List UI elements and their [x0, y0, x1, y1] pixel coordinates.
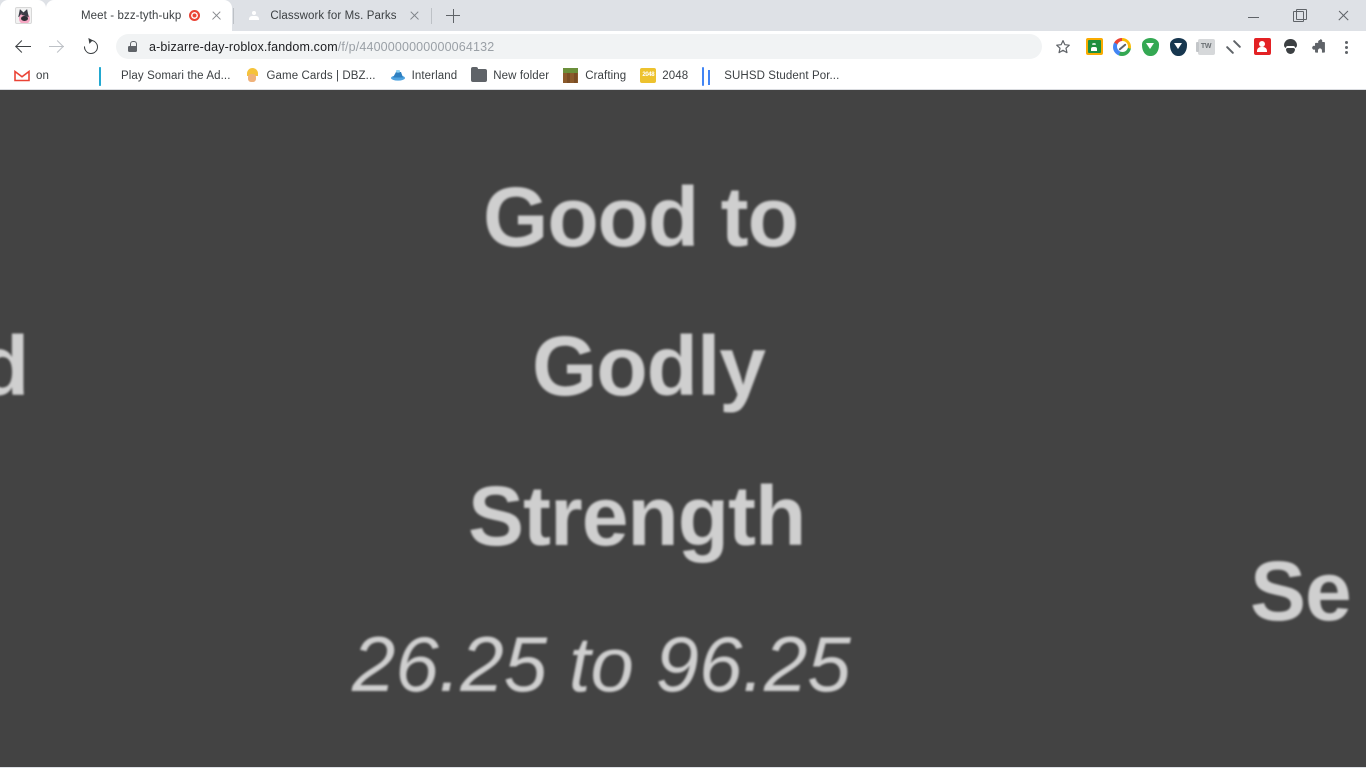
- 2048-tile-icon: 2048: [640, 67, 657, 84]
- navy-shield-download-extension-icon[interactable]: [1164, 33, 1192, 61]
- tab-divider: [431, 7, 433, 24]
- bookmark-star-button[interactable]: [1048, 33, 1078, 61]
- bookmark-label: on: [36, 69, 49, 82]
- close-icon[interactable]: [208, 8, 224, 24]
- back-button[interactable]: [6, 33, 40, 61]
- bookmark-label: 2048: [662, 69, 689, 82]
- tab-title: Meet - bzz-tyth-ukp: [81, 9, 182, 22]
- tab-divider: [233, 7, 235, 24]
- url-host: a-bizarre-day-roblox.fandom.com: [149, 39, 338, 54]
- resize-arrows-extension-icon[interactable]: [1220, 33, 1248, 61]
- tab-title: Classwork for Ms. Parks PER-3 -: [270, 9, 398, 22]
- bookmark-label: New folder: [493, 69, 550, 82]
- tab-strip: Meet - bzz-tyth-ukp Classwork for Ms. Pa…: [0, 0, 1366, 31]
- page-viewport[interactable]: d Good to Godly Strength 26.25 to 96.25 …: [0, 90, 1366, 767]
- pinned-profile-tab[interactable]: [0, 0, 46, 31]
- bookmark-classroom[interactable]: [57, 65, 93, 87]
- clipped-text-right: Se: [1250, 544, 1352, 638]
- close-icon[interactable]: [406, 8, 422, 24]
- bookmark-play-somari[interactable]: Play Somari the Ad...: [93, 65, 239, 87]
- page-heading-line-2: Godly: [532, 319, 766, 413]
- table-icon: [702, 66, 718, 86]
- bookmark-new-folder[interactable]: New folder: [465, 65, 557, 87]
- green-shield-download-extension-icon[interactable]: [1136, 33, 1164, 61]
- google-classroom-icon: [246, 8, 262, 24]
- bookmark-label: SUHSD Student Por...: [724, 69, 840, 82]
- minecraft-block-icon: [563, 68, 579, 84]
- bookmark-suhsd-student-portal[interactable]: SUHSD Student Por...: [696, 65, 847, 87]
- browser-toolbar: a-bizarre-day-roblox.fandom.com/f/p/4400…: [0, 31, 1366, 62]
- bookmark-label: Interland: [411, 69, 458, 82]
- bookmark-game-cards-dbz[interactable]: Game Cards | DBZ...: [239, 65, 384, 87]
- google-meet-icon: [57, 8, 73, 24]
- url-text: a-bizarre-day-roblox.fandom.com/f/p/4400…: [149, 40, 494, 54]
- google-classroom-icon: [63, 68, 79, 84]
- url-path: /f/p/4400000000000064132: [337, 39, 495, 54]
- color-wheel-extension-icon[interactable]: [1108, 33, 1136, 61]
- page-heading-line-3: Strength: [468, 469, 806, 563]
- address-bar[interactable]: a-bizarre-day-roblox.fandom.com/f/p/4400…: [116, 34, 1042, 59]
- chrome-menu-button[interactable]: [1332, 33, 1360, 61]
- clipped-text-left: d: [0, 319, 30, 413]
- restore-button[interactable]: [1276, 0, 1321, 31]
- bookmark-label: Play Somari the Ad...: [121, 69, 231, 82]
- close-window-button[interactable]: [1321, 0, 1366, 31]
- interland-icon: [390, 68, 406, 84]
- reload-button[interactable]: [74, 33, 108, 61]
- gmail-icon: [14, 68, 30, 84]
- mask-extension-icon[interactable]: [1276, 33, 1304, 61]
- game-controller-icon: [99, 66, 115, 86]
- puzzle-icon: [1312, 38, 1325, 53]
- bookmark-crafting[interactable]: Crafting: [557, 65, 634, 87]
- dbz-character-icon: [245, 68, 261, 84]
- tab-classwork[interactable]: Classwork for Ms. Parks PER-3 -: [235, 0, 431, 31]
- red-square-extension-icon[interactable]: [1248, 33, 1276, 61]
- star-icon: [1056, 39, 1070, 53]
- bookmarks-bar: on Play Somari the Ad... Game Cards | DB…: [0, 62, 1366, 90]
- window-controls: [1231, 0, 1366, 31]
- folder-icon: [471, 66, 488, 84]
- bookmark-2048[interactable]: 2048 2048: [634, 65, 696, 87]
- bookmark-interland[interactable]: Interland: [384, 65, 466, 87]
- bookmark-label: Crafting: [585, 69, 627, 82]
- forward-button[interactable]: [40, 33, 74, 61]
- bookmark-label: Game Cards | DBZ...: [266, 69, 376, 82]
- page-damage-range: 26.25 to 96.25: [352, 620, 851, 708]
- minimize-button[interactable]: [1231, 0, 1276, 31]
- recording-indicator-icon[interactable]: [189, 10, 201, 21]
- cat-avatar-icon: [14, 7, 32, 24]
- google-classroom-extension-icon[interactable]: [1080, 33, 1108, 61]
- new-tab-button[interactable]: [439, 2, 467, 30]
- page-heading-line-1: Good to: [483, 170, 799, 264]
- lock-icon[interactable]: [128, 41, 137, 52]
- tab-meet[interactable]: Meet - bzz-tyth-ukp: [46, 0, 233, 31]
- puzzle-extensions-icon[interactable]: [1304, 33, 1332, 61]
- bookmark-gmail[interactable]: on: [8, 65, 57, 87]
- tw-extension-icon[interactable]: TW: [1192, 33, 1220, 61]
